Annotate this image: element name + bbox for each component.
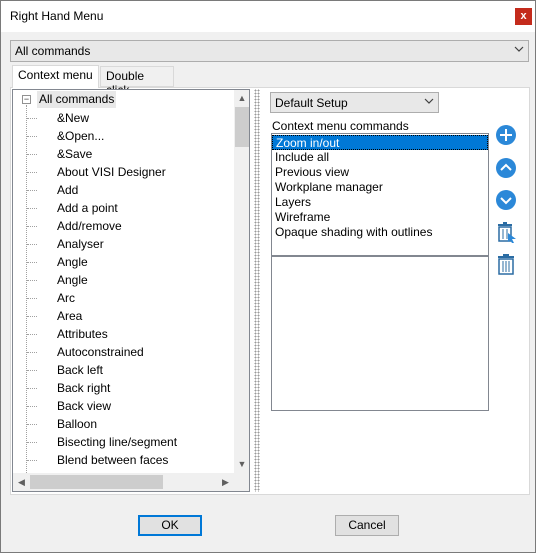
tree-guide-line — [27, 154, 37, 155]
move-down-icon[interactable] — [495, 189, 517, 211]
tree-guide-line — [27, 388, 37, 389]
tab-context-menu[interactable]: Context menu — [12, 65, 99, 88]
tree-item[interactable]: Balloon — [57, 415, 97, 433]
tree-item[interactable]: Angle — [57, 253, 88, 271]
tree-item[interactable]: Bisecting line/segment — [57, 433, 177, 451]
tree-item[interactable]: &New — [57, 109, 89, 127]
tree-item[interactable]: Add a point — [57, 199, 118, 217]
tree-item[interactable]: Analyser — [57, 235, 104, 253]
tree-guide-line — [27, 352, 37, 353]
tree-vertical-scrollbar[interactable]: ▲ ▼ — [234, 90, 249, 473]
title-bar: Right Hand Menu x — [1, 1, 535, 32]
tree-item[interactable]: Add — [57, 181, 78, 199]
command-filter-value: All commands — [15, 44, 91, 58]
tree-item[interactable]: Blend between faces — [57, 451, 168, 469]
scrollbar-corner — [234, 473, 249, 491]
delete-item-icon[interactable] — [495, 221, 517, 243]
setup-value: Default Setup — [275, 96, 348, 110]
command-filter-dropdown[interactable]: All commands — [10, 40, 529, 62]
delete-all-icon[interactable] — [495, 253, 517, 275]
context-commands-label: Context menu commands — [272, 119, 409, 133]
tree-guide-line — [27, 226, 37, 227]
command-tree-items: − All commands &New &Open... &Save About VI… — [13, 90, 234, 473]
close-button[interactable]: x — [515, 8, 532, 25]
tree-guide-line — [27, 280, 37, 281]
tree-item[interactable]: &Open... — [57, 127, 104, 145]
tree-item[interactable]: &Save — [57, 145, 92, 163]
command-tree[interactable]: − All commands &New &Open... &Save About VI… — [12, 89, 250, 492]
tree-item[interactable]: Arc — [57, 289, 75, 307]
tree-root-all-commands[interactable]: All commands — [37, 91, 117, 108]
move-up-icon[interactable] — [495, 157, 517, 179]
tree-item[interactable]: Autoconstrained — [57, 343, 144, 361]
tree-item[interactable]: Add/remove — [57, 217, 122, 235]
tree-item[interactable]: About VISI Designer — [57, 163, 166, 181]
tree-guide-line — [27, 136, 37, 137]
collapse-icon[interactable]: − — [22, 95, 31, 104]
tree-guide-line — [27, 244, 37, 245]
tree-guide-line — [26, 105, 27, 473]
tree-guide-line — [27, 262, 37, 263]
tree-item[interactable]: Attributes — [57, 325, 108, 343]
tree-guide-line — [27, 424, 37, 425]
context-command-item[interactable]: Layers — [272, 195, 488, 210]
tree-guide-line — [27, 334, 37, 335]
context-commands-list[interactable]: Zoom in/out Include all Previous view Workp… — [271, 133, 489, 256]
tree-guide-line — [27, 460, 37, 461]
context-command-item[interactable]: Wireframe — [272, 210, 488, 225]
chevron-down-icon — [514, 46, 524, 52]
scroll-left-arrow-icon[interactable]: ◀ — [13, 473, 30, 491]
tree-guide-line — [27, 298, 37, 299]
window-title: Right Hand Menu — [10, 9, 104, 23]
tree-guide-line — [27, 208, 37, 209]
tree-guide-line — [27, 172, 37, 173]
scroll-right-arrow-icon[interactable]: ▶ — [217, 473, 234, 491]
chevron-down-icon — [424, 98, 434, 104]
tree-item[interactable]: Back right — [57, 379, 110, 397]
cancel-button[interactable]: Cancel — [335, 515, 399, 536]
tab-double-click[interactable]: Double click — [100, 66, 174, 97]
tree-guide-line — [27, 190, 37, 191]
panel-splitter[interactable] — [254, 89, 260, 492]
tree-guide-line — [27, 406, 37, 407]
tree-item[interactable]: Angle — [57, 271, 88, 289]
ok-button[interactable]: OK — [138, 515, 202, 536]
context-command-item[interactable]: Zoom in/out — [272, 135, 488, 150]
dialog-window: Right Hand Menu x All commands Context m… — [0, 0, 536, 553]
tree-item[interactable]: Area — [57, 307, 82, 325]
tree-guide-line — [27, 442, 37, 443]
context-command-item[interactable]: Workplane manager — [272, 180, 488, 195]
tree-item[interactable]: Back left — [57, 361, 103, 379]
tree-horizontal-scrollbar[interactable]: ◀ ▶ — [13, 473, 234, 491]
tree-horizontal-scroll-thumb[interactable] — [30, 475, 163, 489]
command-detail-box[interactable] — [271, 256, 489, 411]
scroll-down-arrow-icon[interactable]: ▼ — [234, 456, 249, 473]
context-command-item[interactable]: Previous view — [272, 165, 488, 180]
scroll-up-arrow-icon[interactable]: ▲ — [234, 90, 249, 107]
tree-guide-line — [27, 370, 37, 371]
context-command-item[interactable]: Include all — [272, 150, 488, 165]
tree-guide-line — [27, 316, 37, 317]
tree-vertical-scroll-thumb[interactable] — [235, 107, 249, 147]
tree-item[interactable]: Back view — [57, 397, 111, 415]
context-command-item[interactable]: Opaque shading with outlines — [272, 225, 488, 240]
setup-dropdown[interactable]: Default Setup — [270, 92, 439, 113]
tree-guide-line — [27, 118, 37, 119]
add-icon[interactable] — [495, 124, 517, 146]
